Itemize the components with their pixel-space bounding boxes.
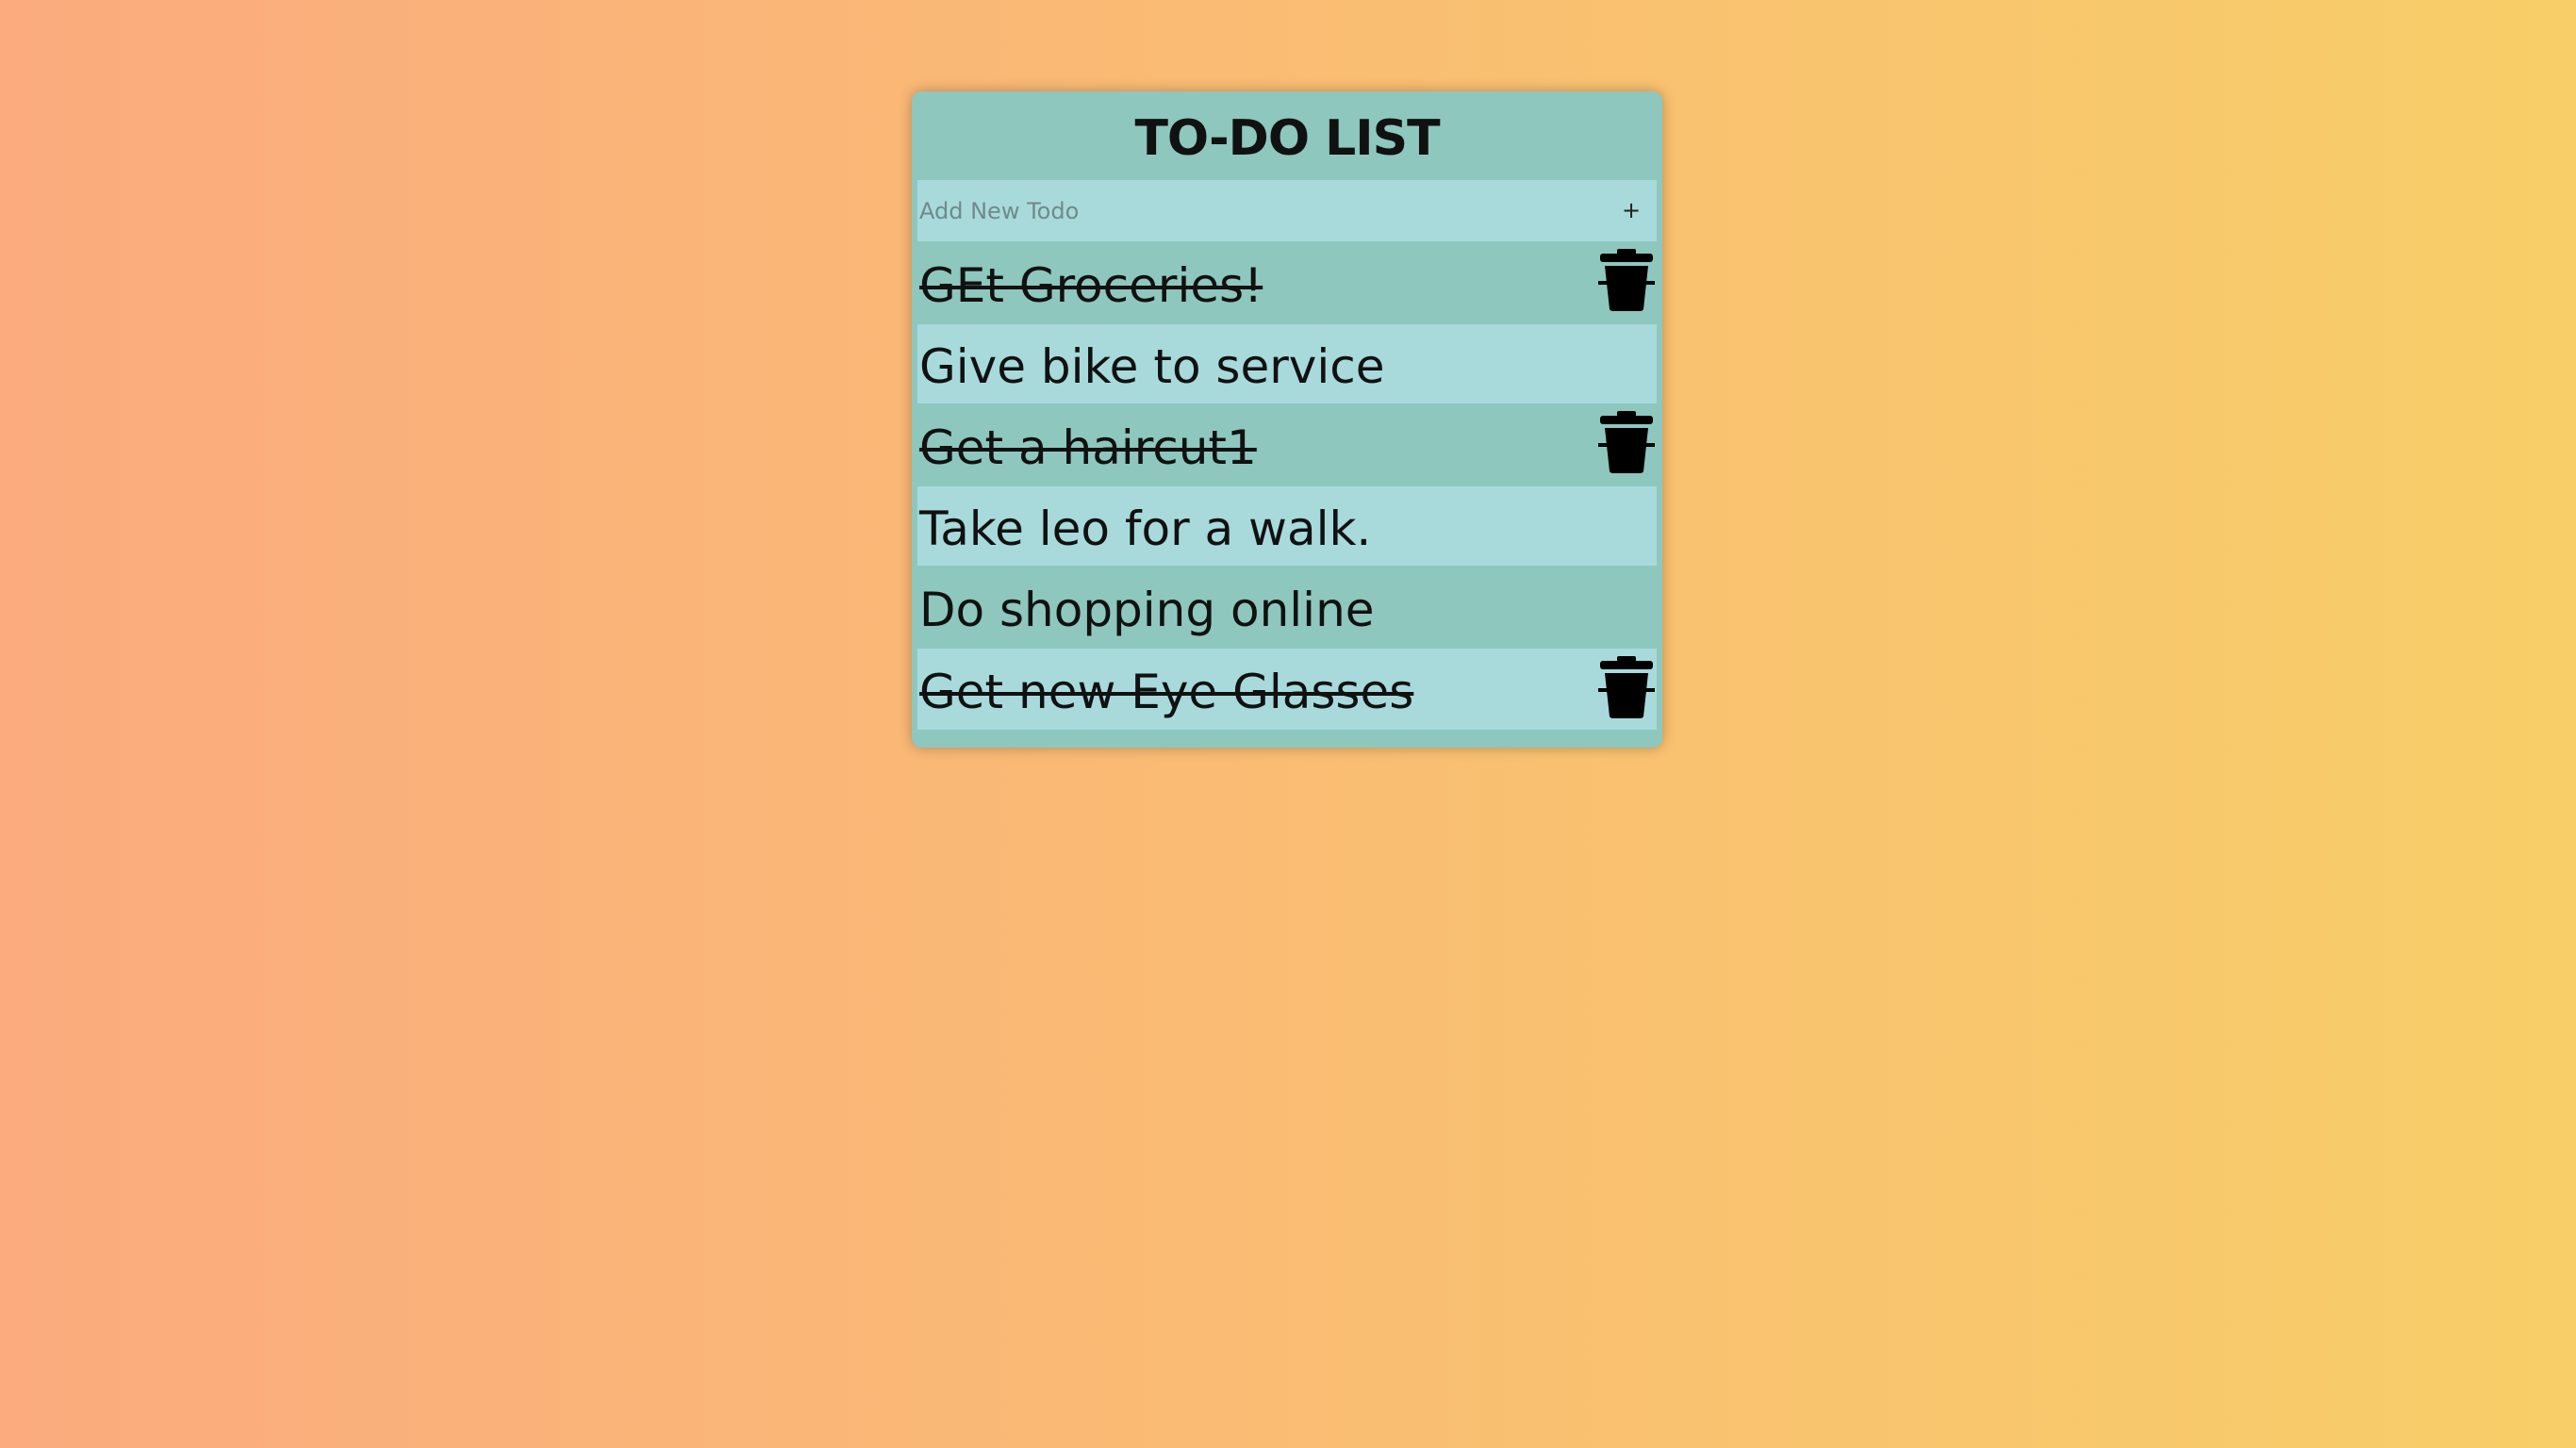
add-todo-button[interactable]: + (1617, 180, 1645, 241)
todo-item[interactable]: Do shopping online (917, 566, 1657, 649)
trash-icon[interactable] (1598, 656, 1655, 718)
todo-text[interactable]: Do shopping online (919, 566, 1375, 649)
todo-item[interactable]: Take leo for a walk. (917, 486, 1657, 566)
todo-item[interactable]: Give bike to service (917, 324, 1657, 403)
trash-icon[interactable] (1598, 249, 1655, 311)
app-title: TO-DO LIST (1134, 110, 1440, 167)
todo-text[interactable]: Take leo for a walk. (919, 486, 1371, 566)
todo-item[interactable]: GEt Groceries! (917, 241, 1657, 324)
todo-text[interactable]: Get new Eye Glasses (919, 649, 1413, 730)
todo-card: TO-DO LIST + GEt Groceries! Give bike to… (912, 91, 1662, 748)
todo-text[interactable]: GEt Groceries! (919, 241, 1263, 324)
add-todo-row: + (917, 180, 1657, 241)
background-band (0, 764, 2576, 1448)
todo-text[interactable]: Get a haircut1 (919, 403, 1257, 486)
todo-item[interactable]: Get new Eye Glasses (917, 649, 1657, 730)
todo-item[interactable]: Get a haircut1 (917, 403, 1657, 486)
add-todo-input[interactable] (917, 180, 1579, 241)
todo-text[interactable]: Give bike to service (919, 324, 1385, 403)
todo-list: GEt Groceries! Give bike to service Get … (917, 241, 1657, 730)
trash-icon[interactable] (1598, 411, 1655, 473)
